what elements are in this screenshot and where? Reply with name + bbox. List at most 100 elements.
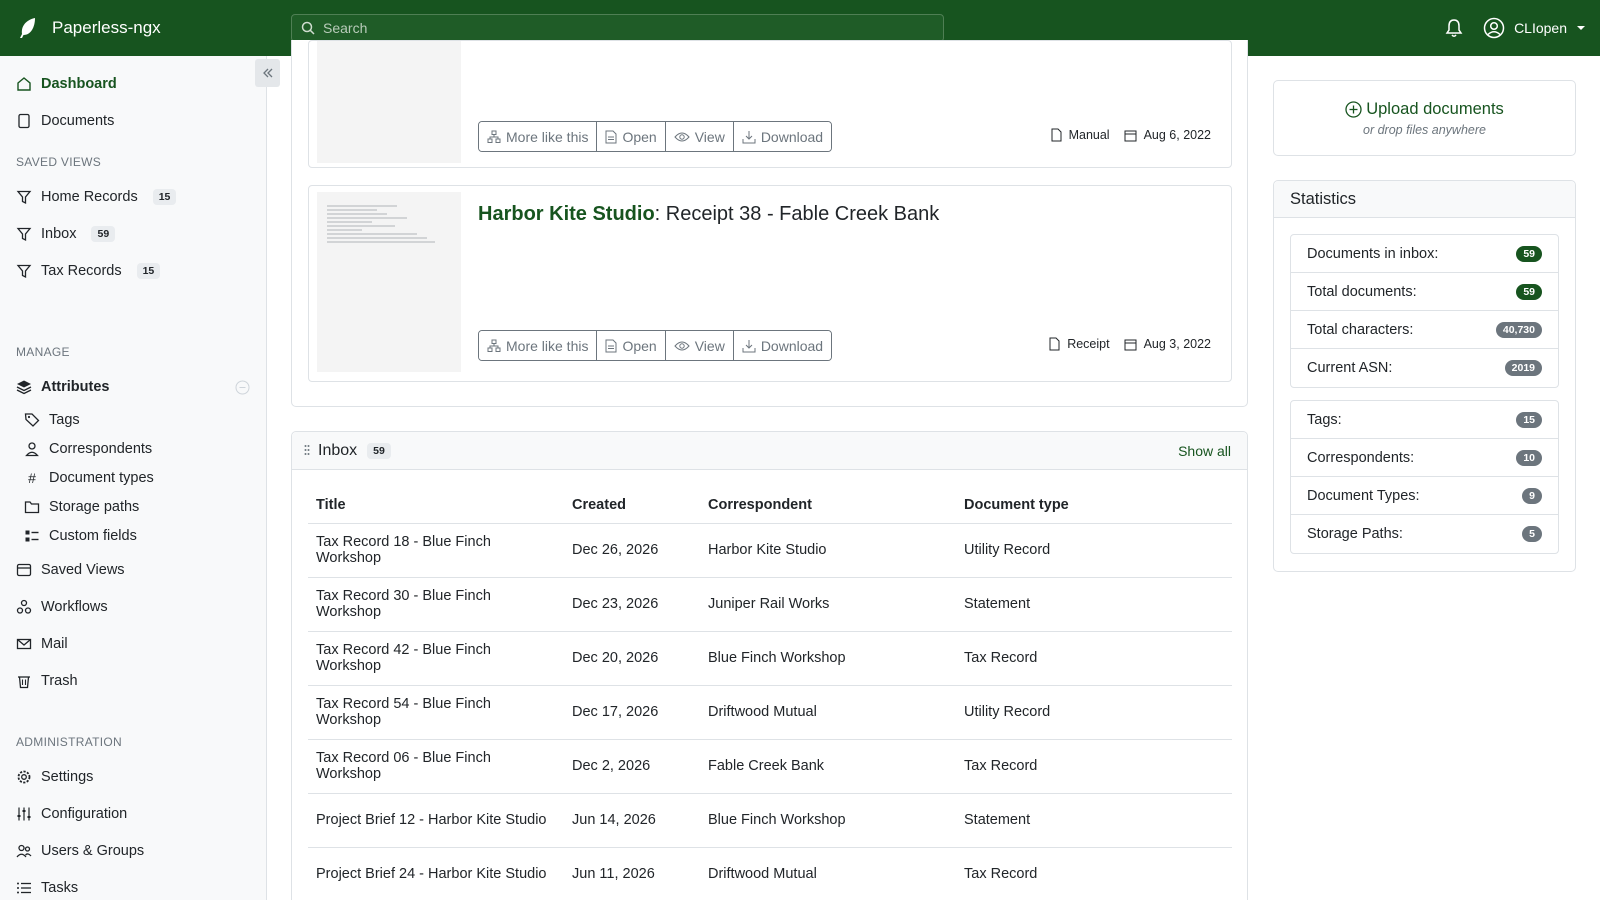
file-icon (1049, 337, 1060, 351)
stat-documents-in-inbox[interactable]: Documents in inbox: 59 (1291, 235, 1558, 273)
table-row[interactable]: Tax Record 06 - Blue Finch Workshop Dec 2… (308, 739, 1232, 794)
column-header-title: Title (308, 487, 564, 524)
stat-correspondents[interactable]: Correspondents: 10 (1291, 439, 1558, 477)
nav-document-types[interactable]: # Document types (24, 467, 154, 489)
cell-document-type: Utility Record (956, 523, 1232, 578)
more-like-this-label: More like this (506, 128, 589, 145)
nav-workflows-label: Workflows (41, 599, 108, 615)
nav-custom-fields[interactable]: Custom fields (24, 525, 137, 547)
saved-view-label: Home Records (41, 189, 138, 205)
stat-tags[interactable]: Tags: 15 (1291, 401, 1558, 439)
table-row[interactable]: Tax Record 54 - Blue Finch Workshop Dec 1… (308, 685, 1232, 740)
open-button[interactable]: Open (597, 122, 666, 151)
brand[interactable]: Paperless-ngx (0, 17, 291, 39)
drag-handle-icon[interactable] (304, 444, 310, 458)
file-text-icon (605, 339, 617, 353)
nav-mail[interactable]: Mail (16, 633, 68, 655)
cell-correspondent: Juniper Rail Works (700, 577, 956, 632)
document-correspondent[interactable]: Harbor Kite Studio (478, 203, 655, 225)
document-title-text: Receipt 38 - Fable Creek Bank (660, 203, 940, 225)
upload-hint: or drop files anywhere (1363, 123, 1486, 137)
stat-value-badge: 15 (1516, 411, 1542, 428)
bell-icon[interactable] (1445, 18, 1463, 38)
cell-created: Dec 17, 2026 (564, 685, 700, 740)
nav-documents[interactable]: Documents (16, 110, 114, 132)
view-button[interactable]: View (665, 331, 734, 360)
inbox-widget: Inbox 59 Show all Title Created Correspo… (291, 431, 1248, 900)
stat-value-badge: 40,730 (1495, 321, 1542, 338)
house-icon (16, 76, 32, 92)
saved-views-icon (16, 562, 32, 578)
list-icon (16, 880, 32, 896)
cell-title[interactable]: Tax Record 18 - Blue Finch Workshop (308, 523, 564, 578)
cell-title[interactable]: Tax Record 42 - Blue Finch Workshop (308, 631, 564, 686)
document-thumbnail[interactable] (317, 192, 461, 372)
nav-saved-view-tax-records[interactable]: Tax Records 15 (16, 260, 161, 282)
saved-view-label: Inbox (41, 226, 77, 242)
nav-configuration[interactable]: Configuration (16, 803, 127, 825)
stat-document-types[interactable]: Document Types: 9 (1291, 477, 1558, 515)
stat-storage-paths[interactable]: Storage Paths: 5 (1291, 515, 1558, 553)
nav-workflows[interactable]: Workflows (16, 596, 108, 618)
stat-value-badge: 5 (1522, 526, 1542, 542)
document-actions: More like this Open View Download (478, 330, 833, 361)
view-button[interactable]: View (665, 122, 734, 151)
table-row[interactable]: Project Brief 12 - Harbor Kite Studio Jun… (308, 793, 1232, 848)
nav-saved-view-inbox[interactable]: Inbox 59 (16, 223, 116, 245)
stat-total-documents[interactable]: Total documents: 59 (1291, 273, 1558, 311)
trash-icon (16, 673, 32, 689)
document-meta: Receipt Aug 3, 2022 (1049, 337, 1211, 351)
search-input[interactable] (323, 20, 903, 36)
stat-label: Total characters: (1307, 321, 1414, 338)
download-label: Download (760, 337, 824, 354)
nav-saved-views[interactable]: Saved Views (16, 559, 125, 581)
show-all-link[interactable]: Show all (1178, 443, 1231, 459)
cell-title[interactable]: Project Brief 24 - Harbor Kite Studio (308, 847, 564, 900)
manage-section-header: MANAGE (16, 345, 70, 359)
more-like-this-button[interactable]: More like this (479, 122, 598, 151)
user-menu[interactable]: CLIopen (1483, 17, 1586, 39)
nav-storage-paths[interactable]: Storage paths (24, 496, 139, 518)
upload-documents-link[interactable]: Upload documents (1274, 100, 1575, 119)
cell-title[interactable]: Tax Record 06 - Blue Finch Workshop (308, 739, 564, 794)
download-button[interactable]: Download (733, 122, 832, 151)
cell-title[interactable]: Tax Record 30 - Blue Finch Workshop (308, 577, 564, 632)
nav-users-groups[interactable]: Users & Groups (16, 840, 144, 862)
nav-settings[interactable]: Settings (16, 766, 93, 788)
column-header-correspondent: Correspondent (700, 487, 956, 524)
document-title[interactable]: Harbor Kite Studio: Receipt 38 - Fable C… (478, 203, 939, 226)
nav-tags[interactable]: Tags (24, 409, 80, 431)
nav-tasks[interactable]: Tasks (16, 877, 78, 899)
gear-icon (16, 769, 32, 785)
people-icon (16, 843, 32, 859)
nav-correspondents-label: Correspondents (49, 441, 153, 457)
nav-saved-view-home-records[interactable]: Home Records 15 (16, 186, 177, 208)
nav-attributes[interactable]: Attributes (16, 376, 109, 398)
nav-trash[interactable]: Trash (16, 670, 78, 692)
table-row[interactable]: Tax Record 30 - Blue Finch Workshop Dec 2… (308, 577, 1232, 632)
statistics-group: Documents in inbox: 59 Total documents: 59… (1290, 234, 1559, 388)
cell-document-type: Tax Record (956, 739, 1232, 794)
search-box[interactable] (291, 14, 944, 42)
more-like-this-button[interactable]: More like this (479, 331, 598, 360)
collapse-sidebar-button[interactable] (255, 59, 280, 87)
inbox-title: Inbox (318, 441, 358, 459)
cell-title[interactable]: Project Brief 12 - Harbor Kite Studio (308, 793, 564, 848)
open-label: Open (622, 337, 657, 354)
saved-view-count-badge: 15 (152, 189, 177, 205)
table-row[interactable]: Tax Record 18 - Blue Finch Workshop Dec 2… (308, 523, 1232, 578)
download-button[interactable]: Download (733, 331, 832, 360)
nav-correspondents[interactable]: Correspondents (24, 438, 152, 460)
open-button[interactable]: Open (597, 331, 666, 360)
saved-view-label: Tax Records (41, 263, 122, 279)
table-row[interactable]: Tax Record 42 - Blue Finch Workshop Dec 2… (308, 631, 1232, 686)
table-row[interactable]: Project Brief 24 - Harbor Kite Studio Jun… (308, 847, 1232, 900)
nav-custom-fields-label: Custom fields (49, 528, 137, 544)
cell-title[interactable]: Tax Record 54 - Blue Finch Workshop (308, 685, 564, 740)
app-title: Paperless-ngx (52, 18, 161, 37)
nav-dashboard[interactable]: Dashboard (16, 73, 117, 95)
upload-widget[interactable]: Upload documents or drop files anywhere (1273, 80, 1576, 156)
view-label: View (694, 128, 725, 145)
minus-circle-icon[interactable] (235, 380, 250, 395)
document-thumbnail[interactable] (317, 41, 461, 163)
